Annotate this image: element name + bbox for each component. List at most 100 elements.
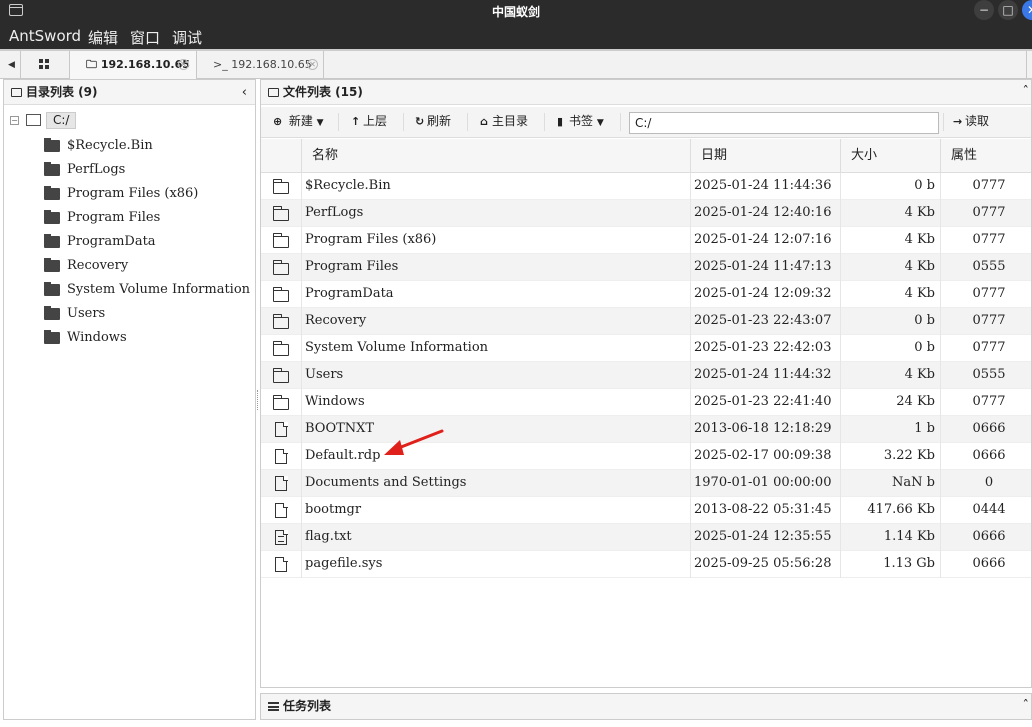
file-date: 2025-01-24 11:44:32 [694, 367, 832, 382]
folder-icon [44, 330, 60, 344]
table-row[interactable]: Default.rdp 2025-02-17 00:09:38 3.22 Kb 066… [261, 443, 1031, 470]
menu-debug[interactable]: 调试 [172, 27, 202, 48]
collapse-up-icon[interactable]: ˆ [1023, 80, 1030, 105]
collapse-up-icon[interactable]: ˆ [1023, 694, 1030, 719]
toolbar-divider [544, 113, 545, 131]
column-divider [301, 551, 302, 578]
column-divider [690, 281, 691, 308]
table-row[interactable]: ProgramData 2025-01-24 12:09:32 4 Kb 0777 [261, 281, 1031, 308]
column-date[interactable]: 日期 [690, 139, 840, 173]
column-divider [301, 173, 302, 200]
folder-icon [44, 210, 60, 224]
file-date: 2025-01-23 22:42:03 [694, 340, 832, 355]
tab-file-manager[interactable]: 🗀 192.168.10.65 ✕ [70, 51, 197, 79]
table-row[interactable]: bootmgr 2013-08-22 05:31:45 417.66 Kb 0444 [261, 497, 1031, 524]
column-divider [690, 227, 691, 254]
tab-scroll-left-button[interactable]: ◀ [3, 51, 21, 79]
toolbar-divider [467, 113, 468, 131]
task-panel-title: 任务列表 [283, 699, 332, 713]
table-row[interactable]: $Recycle.Bin 2025-01-24 11:44:36 0 b 0777 [261, 173, 1031, 200]
file-name: $Recycle.Bin [305, 178, 391, 193]
file-name: Program Files [305, 259, 399, 274]
file-size: 4 Kb [904, 205, 935, 220]
column-divider [301, 281, 302, 308]
file-date: 2025-01-24 12:35:55 [694, 529, 832, 544]
file-size: 0 b [914, 340, 935, 355]
maximize-button[interactable]: □ [998, 0, 1018, 20]
tab-close-icon[interactable]: ✕ [307, 59, 318, 70]
table-row[interactable]: System Volume Information 2025-01-23 22:4… [261, 335, 1031, 362]
column-name[interactable]: 名称 [301, 139, 690, 173]
folder-icon [11, 88, 22, 97]
directory-panel-header: 目录列表 (9) ‹ [4, 80, 255, 105]
file-name: flag.txt [305, 529, 352, 544]
menu-antsword[interactable]: AntSword [9, 27, 81, 45]
tab-terminal[interactable]: >_ 192.168.10.65 ✕ [197, 51, 324, 79]
file-name: pagefile.sys [305, 556, 383, 571]
column-divider [301, 470, 302, 497]
folder-icon [268, 88, 279, 97]
file-name: bootmgr [305, 502, 362, 517]
file-list-title: 文件列表 (15) [283, 85, 363, 99]
table-row[interactable]: Windows 2025-01-23 22:41:40 24 Kb 0777 [261, 389, 1031, 416]
column-attr[interactable]: 属性 [940, 139, 1031, 173]
table-row[interactable]: Documents and Settings 1970-01-01 00:00:0… [261, 470, 1031, 497]
file-size: 4 Kb [904, 259, 935, 274]
file-date: 1970-01-01 00:00:00 [694, 475, 832, 490]
column-divider [301, 497, 302, 524]
file-name: ProgramData [305, 286, 394, 301]
folder-icon [44, 234, 60, 248]
panel-splitter[interactable] [257, 390, 259, 410]
collapse-toggle-icon[interactable]: − [10, 116, 19, 125]
table-row[interactable]: BOOTNXT 2013-06-18 12:18:29 1 b 0666 [261, 416, 1031, 443]
file-attr: 0666 [972, 529, 1006, 544]
bookmark-button[interactable]: ▮ 书签 ▼ [553, 107, 604, 137]
menu-edit[interactable]: 编辑 [88, 27, 118, 48]
collapse-left-icon[interactable]: ‹ [242, 80, 247, 105]
path-input[interactable]: C:/ [629, 112, 939, 134]
file-size: 4 Kb [904, 232, 935, 247]
file-size: 0 b [914, 178, 935, 193]
directory-panel: 目录列表 (9) ‹ − C:/ $Recycle.Bin PerfLogs P… [3, 79, 256, 720]
up-button[interactable]: ↑ 上层 [347, 107, 387, 137]
read-button[interactable]: → 读取 [949, 107, 989, 137]
table-row[interactable]: pagefile.sys 2025-09-25 05:56:28 1.13 Gb 06… [261, 551, 1031, 578]
table-row[interactable]: Program Files 2025-01-24 11:47:13 4 Kb 0555 [261, 254, 1031, 281]
column-divider [690, 335, 691, 362]
menu-bar: AntSword 编辑 窗口 调试 [0, 22, 1032, 49]
tab-close-icon[interactable]: ✕ [178, 59, 189, 70]
table-row[interactable]: Program Files (x86) 2025-01-24 12:07:16 4 … [261, 227, 1031, 254]
file-name: Windows [305, 394, 365, 409]
task-panel: 任务列表 ˆ [260, 693, 1032, 720]
table-row[interactable]: flag.txt 2025-01-24 12:35:55 1.14 Kb 0666 [261, 524, 1031, 551]
column-size[interactable]: 大小 [840, 139, 940, 173]
minimize-button[interactable]: − [974, 0, 994, 20]
tree-root-label[interactable]: C:/ [46, 112, 77, 129]
file-date: 2025-01-23 22:43:07 [694, 313, 832, 328]
file-size: 4 Kb [904, 367, 935, 382]
folder-icon [44, 138, 60, 152]
tab-scroll-right-button[interactable]: ▶ [1026, 51, 1032, 79]
file-size: NaN b [892, 475, 935, 490]
file-attr: 0555 [972, 367, 1006, 382]
tab-home[interactable] [21, 51, 70, 79]
file-attr: 0666 [972, 448, 1006, 463]
window-title: 中国蚁剑 [491, 5, 540, 19]
toolbar-divider [943, 113, 944, 131]
column-divider [690, 524, 691, 551]
new-button[interactable]: ⊕ 新建 ▼ [269, 107, 324, 137]
directory-panel-title: 目录列表 (9) [26, 85, 98, 99]
folder-icon [44, 186, 60, 200]
home-button[interactable]: ⌂ 主目录 [476, 107, 528, 137]
toolbar-divider [338, 113, 339, 131]
table-row[interactable]: Recovery 2025-01-23 22:43:07 0 b 0777 [261, 308, 1031, 335]
file-date: 2025-01-23 22:41:40 [694, 394, 832, 409]
folder-icon [44, 162, 60, 176]
table-row[interactable]: Users 2025-01-24 11:44:32 4 Kb 0555 [261, 362, 1031, 389]
file-attr: 0444 [972, 502, 1006, 517]
menu-window[interactable]: 窗口 [130, 27, 160, 48]
refresh-button[interactable]: ↻ 刷新 [411, 107, 451, 137]
column-divider [301, 362, 302, 389]
table-row[interactable]: PerfLogs 2025-01-24 12:40:16 4 Kb 0777 [261, 200, 1031, 227]
column-divider [301, 443, 302, 470]
